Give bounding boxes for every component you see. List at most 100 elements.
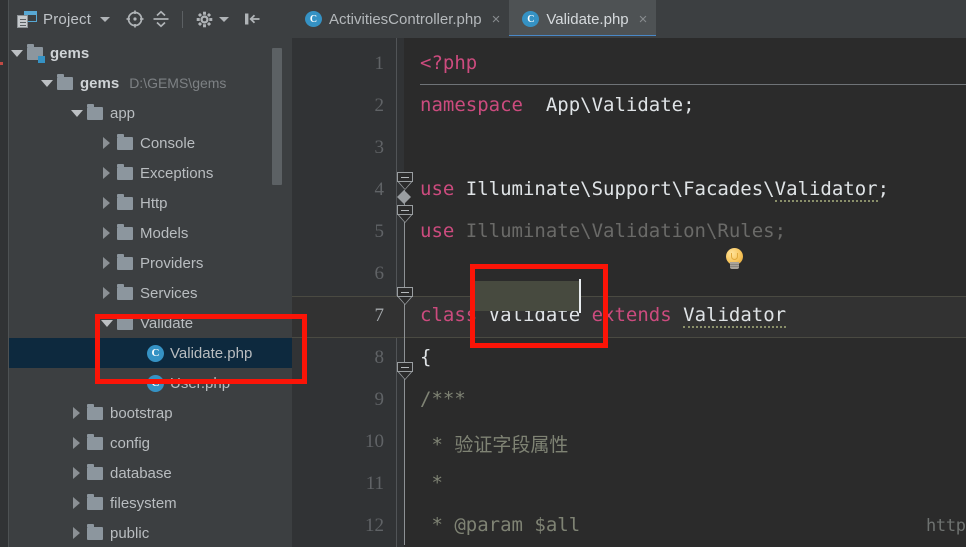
tree-item-http[interactable]: Http <box>9 188 292 218</box>
tree-item-label: Exceptions <box>140 164 214 182</box>
twisty-collapsed-icon[interactable] <box>69 435 85 451</box>
editor-area: C ActivitiesController.php × C Validate.php ×… <box>292 0 966 547</box>
tree-item-bootstrap[interactable]: bootstrap <box>9 398 292 428</box>
tree-item-label: Http <box>140 194 168 212</box>
twisty-expanded-icon[interactable] <box>39 75 55 91</box>
code-line[interactable]: 11 * <box>292 464 966 506</box>
fold-marker-line9[interactable] <box>397 362 413 380</box>
code-text[interactable]: use Illuminate\Validation\Rules; <box>420 220 786 242</box>
line-number: 1 <box>374 53 385 74</box>
folder-icon <box>27 43 45 63</box>
twisty-collapsed-icon[interactable] <box>69 525 85 541</box>
folder-icon <box>117 163 133 180</box>
twisty-collapsed-icon[interactable] <box>69 465 85 481</box>
code-line[interactable]: 2 namespace App\Validate; <box>292 86 966 128</box>
code-line[interactable]: 4 use Illuminate\Support\Facades\Validato… <box>292 170 966 212</box>
editor-tab[interactable]: C Validate.php × <box>509 0 657 38</box>
code-line[interactable]: 1 <?php <box>292 44 966 86</box>
gear-chevron-down-icon[interactable] <box>219 16 230 22</box>
watermark-text: https://blog.csdn.net/qq_26282869 <box>926 516 966 536</box>
twisty-expanded-icon[interactable] <box>9 45 25 61</box>
locate-target-icon[interactable] <box>122 6 148 32</box>
code-text[interactable]: { <box>420 346 431 368</box>
code-text[interactable]: use Illuminate\Support\Facades\Validator… <box>420 178 889 202</box>
line-number: 11 <box>365 473 384 494</box>
line-number: 6 <box>374 263 385 284</box>
tool-window-stripe <box>0 0 8 547</box>
tree-item-gems[interactable]: gems D:\GEMS\gems <box>9 68 292 98</box>
project-panel: Project gems gems D:\GEMS\gems app Conso… <box>0 0 292 547</box>
code-line[interactable]: 10 * 验证字段属性 <box>292 422 966 464</box>
tree-item-label: public <box>110 524 150 542</box>
tree-item-exceptions[interactable]: Exceptions <box>9 158 292 188</box>
code-text[interactable]: * 验证字段属性 <box>420 430 568 457</box>
code-text[interactable]: namespace App\Validate; <box>420 94 695 116</box>
code-token: /*** <box>420 388 466 410</box>
code-line[interactable]: 3 <box>292 128 966 170</box>
collapse-all-icon[interactable] <box>148 6 174 32</box>
code-text[interactable]: * @param $all <box>420 514 580 536</box>
chevron-down-icon[interactable] <box>100 16 111 22</box>
twisty-collapsed-icon[interactable] <box>99 165 115 181</box>
intention-lightbulb-icon[interactable] <box>724 248 746 272</box>
tree-item-providers[interactable]: Providers <box>9 248 292 278</box>
twisty-collapsed-icon[interactable] <box>99 255 115 271</box>
twisty-collapsed-icon[interactable] <box>99 195 115 211</box>
editor-tab-label: ActivitiesController.php <box>329 10 482 28</box>
twisty-collapsed-icon[interactable] <box>69 495 85 511</box>
twisty-collapsed-icon[interactable] <box>69 405 85 421</box>
twisty-expanded-icon[interactable] <box>69 105 85 121</box>
code-token: use <box>420 220 455 242</box>
twisty-collapsed-icon[interactable] <box>99 225 115 241</box>
fold-marker-line4[interactable] <box>397 172 413 190</box>
folder-icon <box>87 403 103 420</box>
tree-item-gems[interactable]: gems <box>9 38 292 68</box>
code-token: class <box>420 304 478 326</box>
code-line[interactable]: 7 class Validate extends Validator <box>292 296 966 338</box>
tree-item-models[interactable]: Models <box>9 218 292 248</box>
twisty-collapsed-icon[interactable] <box>99 135 115 151</box>
line-number: 5 <box>374 221 385 242</box>
code-text[interactable]: <?php <box>420 52 477 74</box>
code-token: use <box>420 178 455 200</box>
code-text[interactable]: * <box>420 472 442 494</box>
fold-marker-line7[interactable] <box>397 287 413 305</box>
tree-item-label: database <box>110 464 172 482</box>
code-line[interactable]: 8{ <box>292 338 966 380</box>
tree-item-filesystem[interactable]: filesystem <box>9 488 292 518</box>
fold-region-divider <box>397 190 412 204</box>
code-text[interactable]: /*** <box>420 388 466 410</box>
code-line[interactable]: 5 use Illuminate\Validation\Rules; <box>292 212 966 254</box>
tree-item-label: Console <box>140 134 196 152</box>
folder-icon <box>117 133 133 150</box>
fold-marker-line5[interactable] <box>397 205 413 223</box>
code-token: Illuminate\Validation\Rules; <box>454 220 787 242</box>
line-number: 9 <box>374 389 385 410</box>
code-token: namespace <box>420 94 523 116</box>
code-line[interactable]: 12 * @param $all <box>292 506 966 547</box>
editor-tab[interactable]: C ActivitiesController.php × <box>292 0 510 38</box>
tree-item-public[interactable]: public <box>9 518 292 547</box>
code-line[interactable]: 6 <box>292 254 966 296</box>
tree-item-console[interactable]: Console <box>9 128 292 158</box>
tree-item-app[interactable]: app <box>9 98 292 128</box>
project-tree[interactable]: gems gems D:\GEMS\gems app Console Exceptions… <box>9 38 292 547</box>
code-line[interactable]: 9 /*** <box>292 380 966 422</box>
tree-item-services[interactable]: Services <box>9 278 292 308</box>
hide-panel-icon[interactable] <box>239 6 265 32</box>
stripe-marker <box>0 62 3 65</box>
folder-icon <box>117 193 133 210</box>
close-icon[interactable]: × <box>492 12 501 27</box>
tree-item-label: config <box>110 434 151 452</box>
close-icon[interactable]: × <box>639 12 648 27</box>
settings-gear-icon[interactable] <box>191 6 217 32</box>
folder-icon <box>117 223 133 240</box>
project-tree-scrollbar[interactable] <box>272 48 282 185</box>
twisty-collapsed-icon[interactable] <box>99 285 115 301</box>
tree-item-label: bootstrap <box>110 404 173 422</box>
ide-window: Project gems gems D:\GEMS\gems app Conso… <box>0 0 966 547</box>
tree-item-config[interactable]: config <box>9 428 292 458</box>
editor-tab-bar: C ActivitiesController.php × C Validate.php × <box>292 0 966 38</box>
tree-item-database[interactable]: database <box>9 458 292 488</box>
